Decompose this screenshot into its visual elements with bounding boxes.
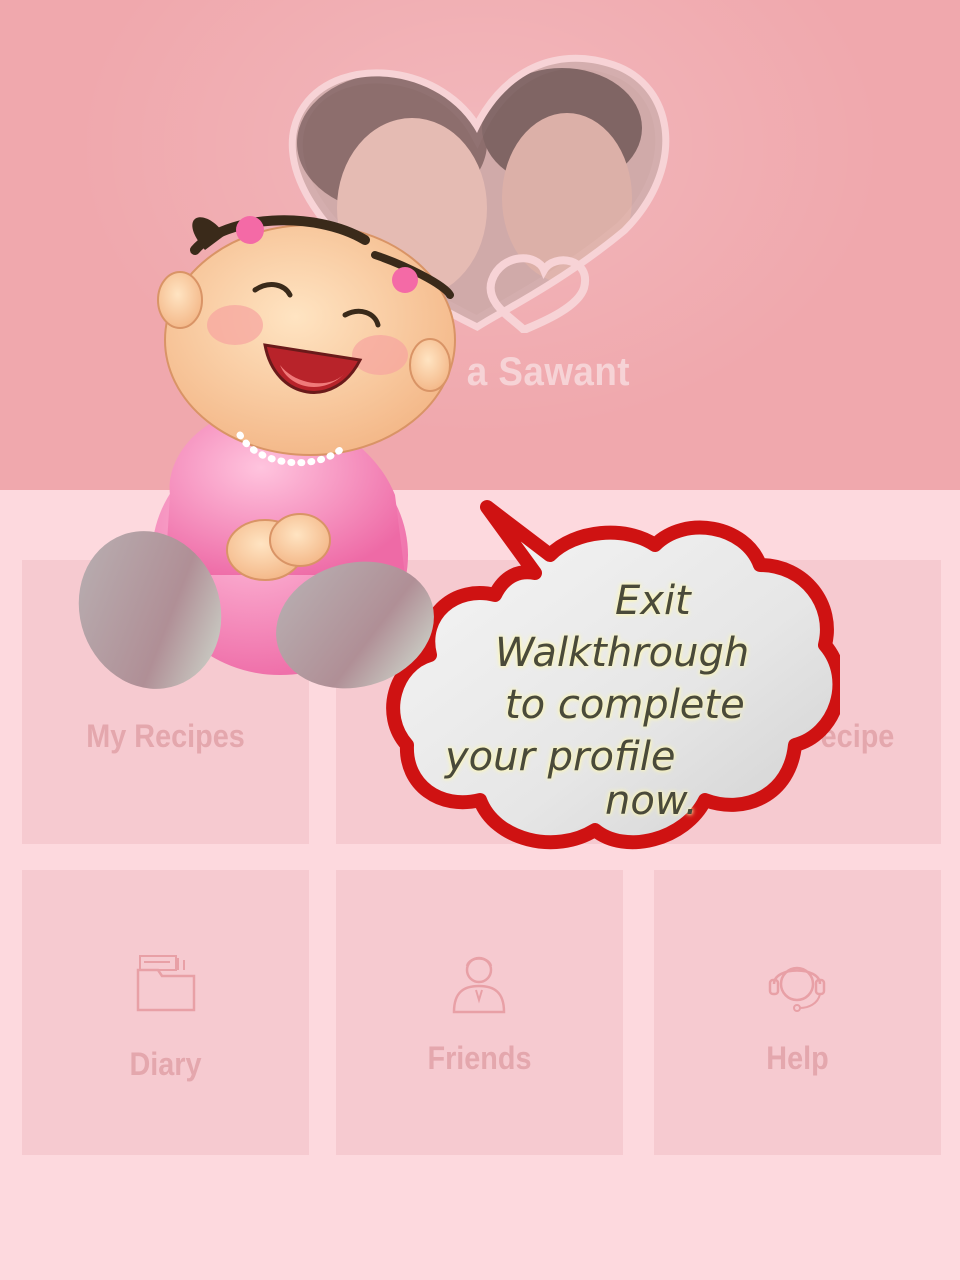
tile-diary[interactable]: Diary [22,870,309,1155]
tile-label: Friends [427,1040,532,1076]
tile-label: Diary [129,1046,202,1082]
headset-icon [768,966,826,1012]
tile-label: My Recipes [86,718,245,754]
baby-girl-icon [78,215,456,689]
tile-friends[interactable]: Friends [336,870,623,1155]
bubble-line: Exit [615,578,691,624]
tile-help[interactable]: Help [654,870,941,1155]
walkthrough-message: Exit Walkthrough to complete your profil… [440,570,800,830]
bubble-line: to complete [505,682,745,728]
person-icon [452,956,506,1014]
bubble-line: now. [605,778,698,824]
tile-label: Help [766,1040,829,1076]
bubble-line: Walkthrough [495,630,750,676]
folder-icon [136,955,196,1012]
